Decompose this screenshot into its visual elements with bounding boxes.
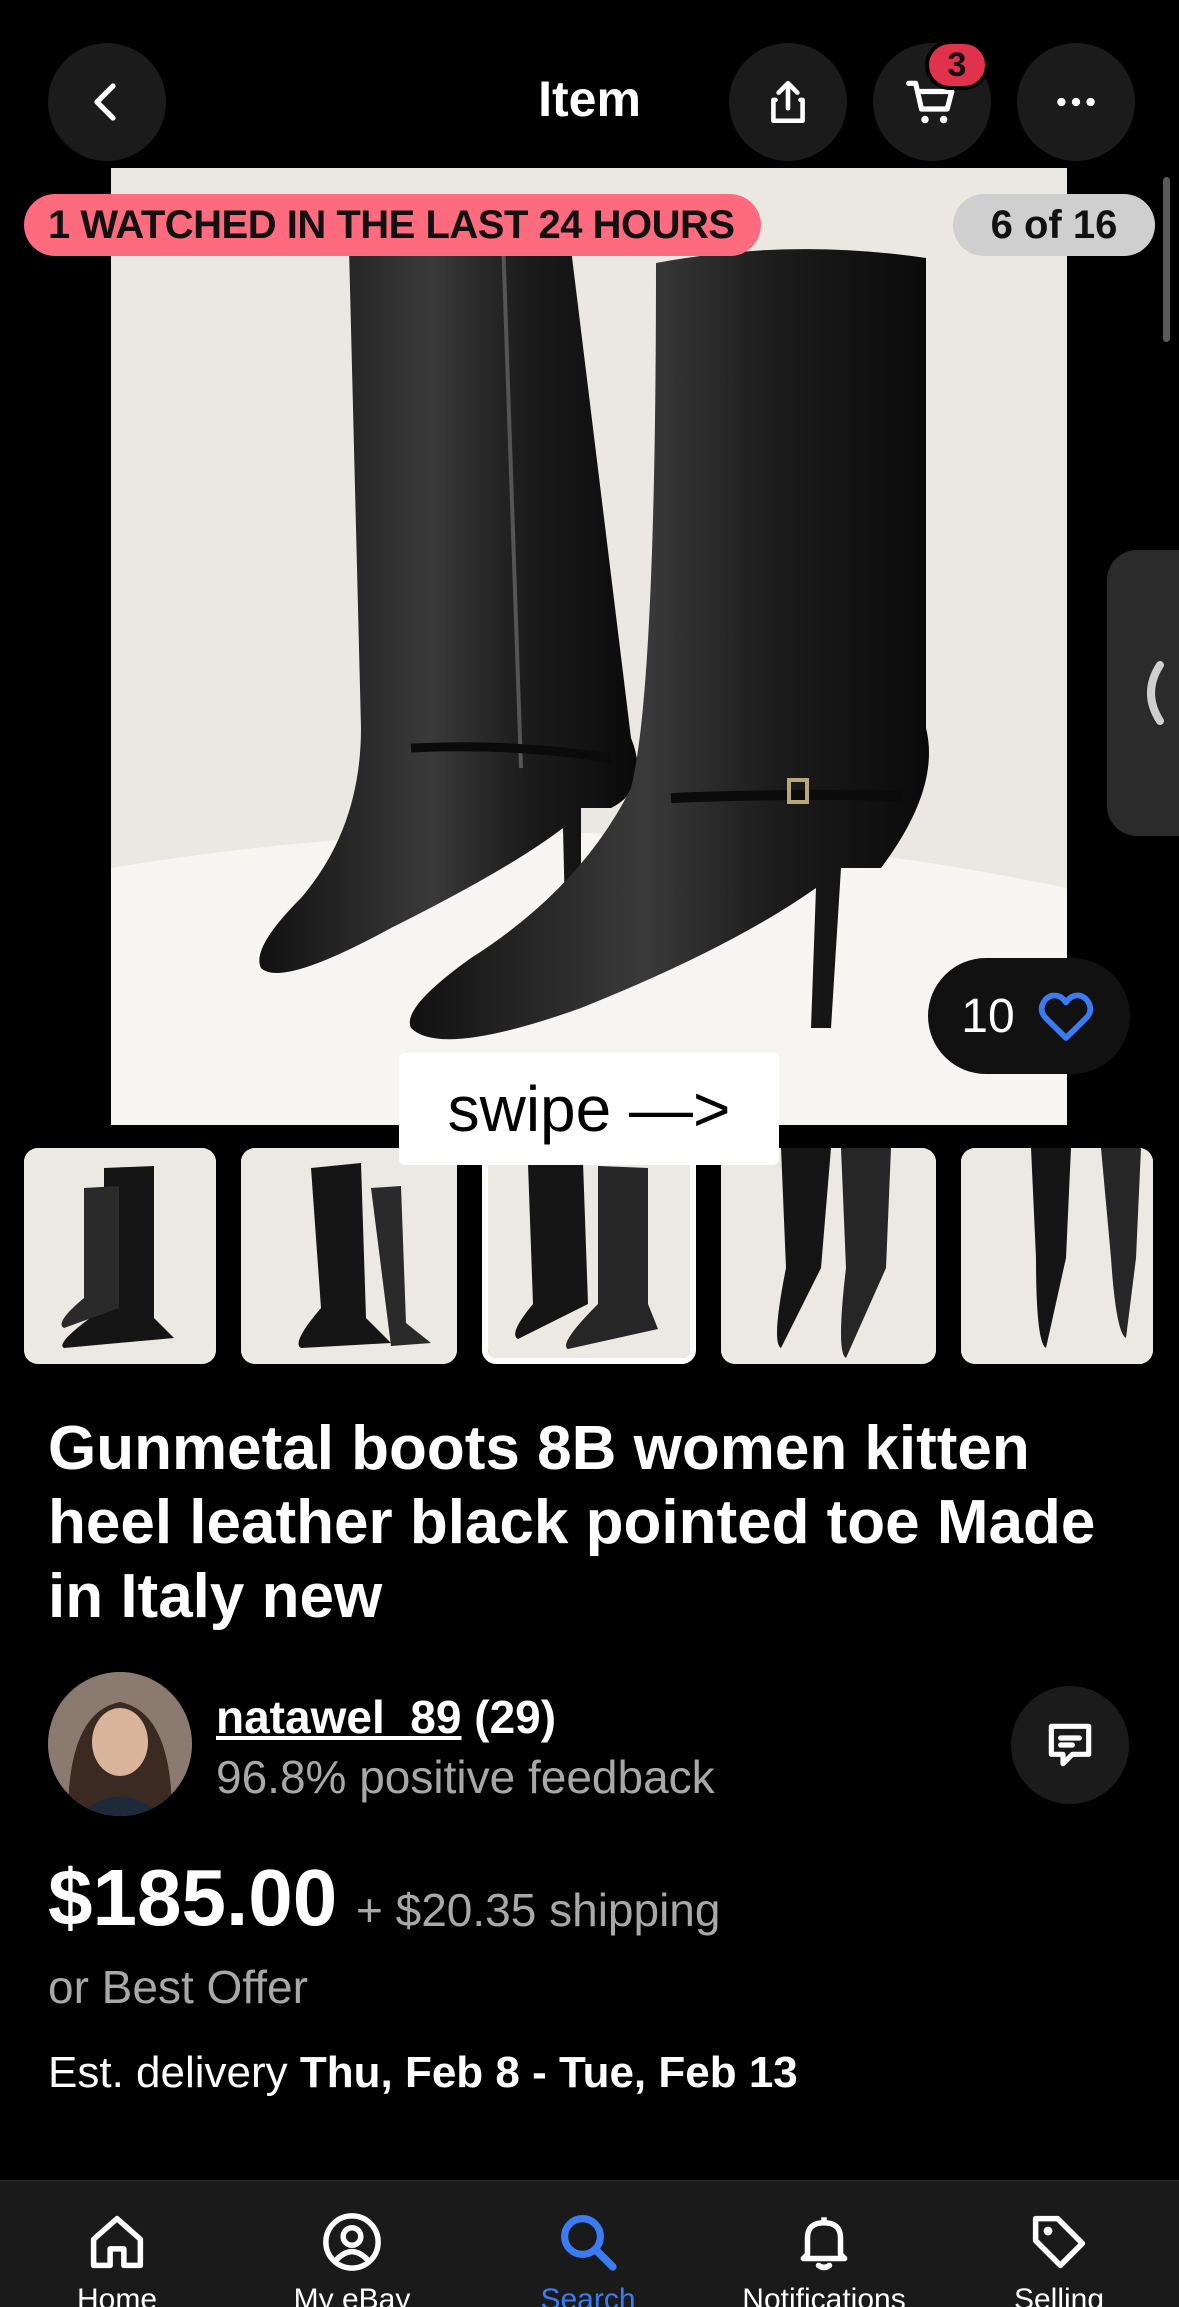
seller-info: natawel_89 (29)	[216, 1690, 556, 1744]
profile-icon	[316, 2209, 388, 2275]
thumbnail[interactable]	[961, 1148, 1153, 1364]
best-offer-note: or Best Offer	[48, 1961, 308, 2013]
share-icon	[771, 80, 805, 124]
nav-notifications[interactable]: Notifications	[724, 2181, 924, 2307]
image-counter: 6 of 16	[953, 194, 1155, 256]
thumbnail-image	[488, 1154, 690, 1358]
share-button[interactable]	[729, 43, 847, 161]
cart-count-badge: 3	[925, 40, 989, 90]
nav-my-ebay[interactable]: My eBay	[252, 2181, 452, 2307]
thumbnail[interactable]	[721, 1148, 936, 1364]
swipe-hint: swipe —>	[399, 1053, 779, 1165]
heart-icon	[1038, 992, 1093, 1041]
thumbnail-selected[interactable]	[482, 1148, 696, 1364]
watch-count: 10	[961, 989, 1015, 1043]
seller-rating-count: (29)	[474, 1691, 557, 1743]
boots-image	[111, 168, 1067, 1125]
nav-label: Selling	[1013, 2283, 1105, 2307]
nav-label: Search	[540, 2283, 636, 2307]
seller-name-link[interactable]: natawel_89	[216, 1691, 461, 1743]
estimated-delivery: Est. delivery Thu, Feb 8 - Tue, Feb 13	[48, 2048, 798, 2098]
thumbnail-image	[961, 1148, 1153, 1364]
shipping-cost: + $20.35 shipping	[356, 1884, 721, 1936]
thumbnail[interactable]	[241, 1148, 457, 1364]
delivery-dates: Thu, Feb 8 - Tue, Feb 13	[299, 2048, 798, 2097]
side-panel-tab[interactable]	[1107, 550, 1179, 836]
nav-selling[interactable]: Selling	[959, 2181, 1159, 2307]
seller-avatar[interactable]	[48, 1672, 192, 1816]
page-title: Item	[538, 71, 641, 127]
thumbnail-image	[721, 1148, 936, 1364]
product-photo[interactable]	[111, 168, 1067, 1125]
nav-label: My eBay	[293, 2283, 411, 2307]
thumbnail-image	[241, 1148, 457, 1364]
thumbnail-image	[24, 1148, 216, 1364]
thumbnail-strip[interactable]	[0, 1148, 1179, 1364]
message-seller-button[interactable]	[1011, 1686, 1129, 1804]
image-gallery[interactable]: 1 WATCHED IN THE LAST 24 HOURS 6 of 16 1…	[0, 168, 1179, 1125]
bell-icon	[788, 2209, 860, 2275]
bottom-navigation: Home My eBay Search Notifications Sellin…	[0, 2180, 1179, 2307]
top-app-bar: Item 3	[0, 0, 1179, 168]
nav-label: Home	[76, 2283, 158, 2307]
watched-banner: 1 WATCHED IN THE LAST 24 HOURS	[24, 194, 761, 256]
price: $185.00	[48, 1853, 338, 1942]
tag-icon	[1023, 2209, 1095, 2275]
listing-title: Gunmetal boots 8B women kitten heel leat…	[48, 1414, 1096, 1631]
more-options-button[interactable]	[1017, 43, 1135, 161]
seller-feedback: 96.8% positive feedback	[216, 1751, 715, 1803]
chevron-left-icon	[1147, 661, 1164, 725]
home-icon	[81, 2209, 153, 2275]
avatar-image	[48, 1672, 192, 1816]
more-horizontal-icon	[1057, 97, 1095, 107]
chat-icon	[1048, 1723, 1092, 1767]
nav-label: Notifications	[742, 2283, 906, 2307]
search-icon	[552, 2209, 624, 2275]
scrollbar[interactable]	[1163, 177, 1170, 342]
nav-search[interactable]: Search	[488, 2181, 688, 2307]
thumbnail[interactable]	[24, 1148, 216, 1364]
watch-button[interactable]: 10	[928, 958, 1130, 1074]
delivery-label: Est. delivery	[48, 2048, 288, 2097]
nav-home[interactable]: Home	[17, 2181, 217, 2307]
